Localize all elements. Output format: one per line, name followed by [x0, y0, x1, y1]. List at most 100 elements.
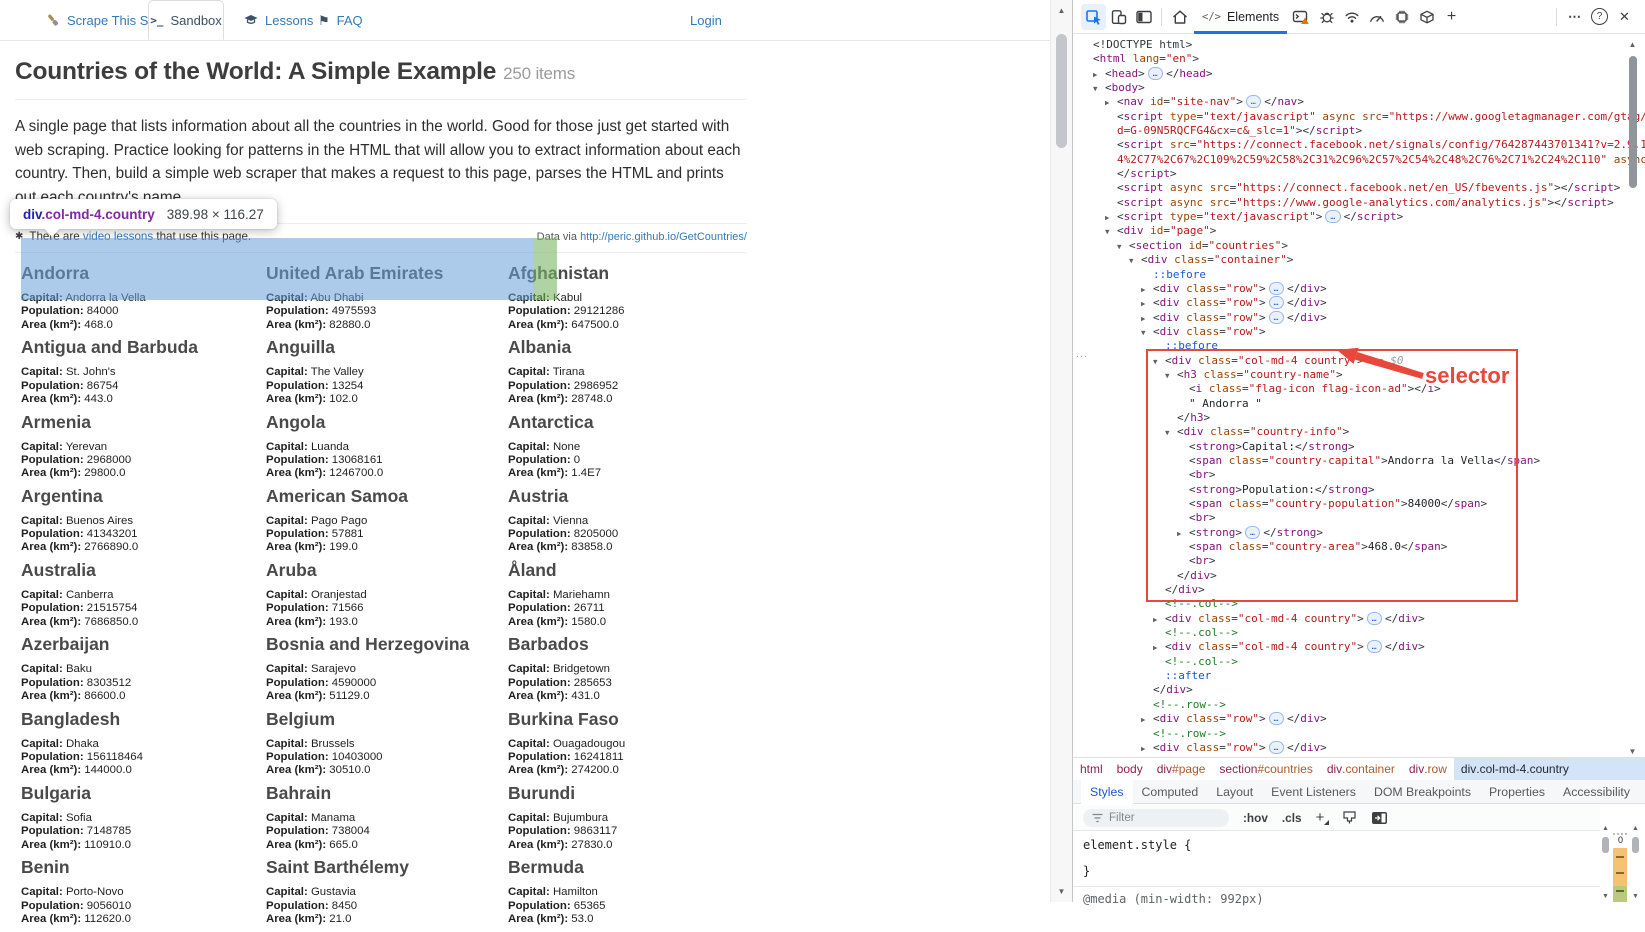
breadcrumb-item[interactable]: div.container: [1320, 758, 1402, 780]
device-emulation-button[interactable]: [1106, 4, 1131, 30]
nav-brand-link[interactable]: Scrape This Site: [46, 0, 162, 40]
help-button[interactable]: ?: [1587, 4, 1612, 30]
expand-arrow-icon[interactable]: ▶: [1093, 68, 1098, 82]
dom-tree-node[interactable]: <i class="flag-icon flag-icon-ad"></i>: [1073, 382, 1645, 396]
collapse-arrow-icon[interactable]: ▼: [1093, 82, 1098, 96]
dom-tree-node[interactable]: <!--.col-->: [1073, 597, 1645, 611]
expand-arrow-icon[interactable]: ▶: [1153, 641, 1158, 655]
collapse-arrow-icon[interactable]: ▼: [1165, 426, 1170, 440]
scroll-down-arrow-icon[interactable]: ▼: [1629, 893, 1642, 900]
expand-arrow-icon[interactable]: ▶: [1105, 96, 1110, 110]
nav-faq-link[interactable]: ⚑ FAQ: [318, 0, 363, 40]
page-scrollbar-thumb[interactable]: [1056, 34, 1067, 148]
breadcrumb-item[interactable]: body: [1110, 758, 1150, 780]
tab-elements[interactable]: </> Elements: [1192, 0, 1289, 33]
pane-tab-layout[interactable]: Layout: [1207, 780, 1262, 804]
dom-tree-node[interactable]: </h3>: [1073, 411, 1645, 425]
dom-tree-node[interactable]: <html lang="en">: [1073, 52, 1645, 66]
dom-tree-node[interactable]: <!--.row-->: [1073, 727, 1645, 741]
collapse-arrow-icon[interactable]: ▼: [1105, 225, 1110, 239]
dom-tree-node[interactable]: ▼<section id="countries">: [1073, 239, 1645, 253]
scroll-up-arrow-icon[interactable]: ▲: [1051, 6, 1072, 15]
collapse-arrow-icon[interactable]: ▼: [1165, 369, 1170, 383]
pane-tab-styles[interactable]: Styles: [1081, 780, 1133, 804]
dom-tree-node[interactable]: " Andorra ": [1073, 397, 1645, 411]
scrollbar-thumb[interactable]: [1602, 837, 1609, 853]
expand-arrow-icon[interactable]: ▶: [1141, 283, 1146, 297]
scroll-up-arrow-icon[interactable]: ▲: [1629, 825, 1642, 832]
dom-scrollbar-thumb[interactable]: [1629, 56, 1637, 188]
node-menu-ellipsis[interactable]: ...: [1076, 348, 1088, 360]
pane-tab-properties[interactable]: Properties: [1480, 780, 1554, 804]
console-warning-button[interactable]: [1289, 4, 1314, 30]
breadcrumb-item[interactable]: div.row: [1402, 758, 1454, 780]
issues-bug-button[interactable]: [1314, 4, 1339, 30]
dom-tree-node[interactable]: ▼<div class="country-info">: [1073, 425, 1645, 439]
dom-tree-node[interactable]: <strong>Population:</strong>: [1073, 483, 1645, 497]
dom-tree-node[interactable]: ▶<script type="text/javascript">…</scrip…: [1073, 210, 1645, 224]
dom-tree-node[interactable]: ▶<nav id="site-nav">…</nav>: [1073, 95, 1645, 109]
dom-tree-node[interactable]: ▶<head>…</head>: [1073, 67, 1645, 81]
dom-tree-node[interactable]: ::before: [1073, 339, 1645, 353]
dom-tree-node[interactable]: ▼<div class="container">: [1073, 253, 1645, 267]
breadcrumb-item[interactable]: html: [1073, 758, 1110, 780]
inline-expand-ellipsis[interactable]: …: [1246, 95, 1261, 108]
expand-arrow-icon[interactable]: ▶: [1153, 613, 1158, 627]
page-scrollbar[interactable]: ▲ ▼: [1050, 0, 1072, 902]
inline-expand-ellipsis[interactable]: …: [1325, 210, 1340, 223]
dom-tree-scrollbar[interactable]: ▲ ▼: [1625, 40, 1640, 756]
dom-tree-node[interactable]: <br>: [1073, 468, 1645, 482]
dom-tree-node[interactable]: ▼<h3 class="country-name">: [1073, 368, 1645, 382]
dom-tree-node[interactable]: ::after: [1073, 669, 1645, 683]
data-source-link[interactable]: http://peric.github.io/GetCountries/: [580, 231, 747, 243]
scroll-down-arrow-icon[interactable]: ▼: [1625, 747, 1640, 756]
home-button[interactable]: [1167, 4, 1192, 30]
breadcrumb-item-selected[interactable]: div.col-md-4.country: [1454, 758, 1645, 780]
dom-tree-node[interactable]: <script type="text/javascript" async src…: [1073, 110, 1645, 124]
video-lessons-link[interactable]: video lessons: [83, 230, 153, 243]
collapse-arrow-icon[interactable]: ▼: [1153, 355, 1158, 369]
scroll-up-arrow-icon[interactable]: ▲: [1599, 825, 1612, 832]
expand-arrow-icon[interactable]: ▶: [1105, 211, 1110, 225]
pane-tab-accessibility[interactable]: Accessibility: [1554, 780, 1639, 804]
network-wifi-button[interactable]: [1339, 4, 1364, 30]
dom-tree-node[interactable]: </div>: [1073, 583, 1645, 597]
add-panel-button[interactable]: +: [1439, 4, 1464, 30]
dom-tree-node[interactable]: ▶<div class="row">…</div>: [1073, 296, 1645, 310]
expand-arrow-icon[interactable]: ▶: [1141, 742, 1146, 756]
dom-tree-node[interactable]: ::before: [1073, 268, 1645, 282]
dom-tree-node[interactable]: <script async src="https://connect.faceb…: [1073, 181, 1645, 195]
nav-tab-sandbox[interactable]: >_ Sandbox: [148, 0, 224, 40]
inline-expand-ellipsis[interactable]: …: [1269, 282, 1284, 295]
dom-tree-node[interactable]: ▼<div class="col-md-4 country"> == $0: [1073, 354, 1645, 368]
styles-scrollbar-2[interactable]: ▲ ▼: [1629, 823, 1642, 902]
breadcrumb-item[interactable]: section#countries: [1212, 758, 1319, 780]
breadcrumb-item[interactable]: div#page: [1150, 758, 1213, 780]
dom-tree-node[interactable]: d=G-09N5RQCFG4&cx=c&_slc=1"></script>: [1073, 124, 1645, 138]
toggle-hover-state-button[interactable]: :hov: [1243, 811, 1268, 825]
dom-tree-node[interactable]: </div>: [1073, 683, 1645, 697]
collapse-arrow-icon[interactable]: ▼: [1117, 240, 1122, 254]
dom-tree-node[interactable]: ▶<div class="row">…</div>: [1073, 282, 1645, 296]
inline-expand-ellipsis[interactable]: …: [1269, 296, 1284, 309]
dom-tree-node[interactable]: <span class="country-capital">Andorra la…: [1073, 454, 1645, 468]
expand-arrow-icon[interactable]: ▶: [1141, 713, 1146, 727]
panel-layout-button[interactable]: [1131, 4, 1156, 30]
dom-tree-node[interactable]: <script async src="https://www.google-an…: [1073, 196, 1645, 210]
scrollbar-thumb[interactable]: [1632, 837, 1639, 853]
inline-expand-ellipsis[interactable]: …: [1269, 712, 1284, 725]
inline-expand-ellipsis[interactable]: …: [1367, 640, 1382, 653]
dom-tree-node[interactable]: <script src="https://connect.facebook.ne…: [1073, 138, 1645, 152]
inline-expand-ellipsis[interactable]: …: [1148, 67, 1163, 80]
nav-login-link[interactable]: Login: [690, 0, 722, 40]
dom-tree-node[interactable]: ▶<div class="row">…</div>: [1073, 712, 1645, 726]
scroll-down-arrow-icon[interactable]: ▼: [1051, 887, 1072, 896]
memory-chip-button[interactable]: [1389, 4, 1414, 30]
dom-tree-node[interactable]: 4%2C77%2C67%2C109%2C59%2C58%2C31%2C96%2C…: [1073, 153, 1645, 167]
dom-tree-node[interactable]: <!--.col-->: [1073, 626, 1645, 640]
dom-tree-node[interactable]: </script>: [1073, 167, 1645, 181]
new-style-rule-button[interactable]: +: [1316, 810, 1329, 825]
style-editor-brush-icon[interactable]: [1342, 810, 1357, 825]
dom-tree-node[interactable]: ▶<div class="col-md-4 country">…</div>: [1073, 640, 1645, 654]
dom-tree-node[interactable]: ▼<div class="row">: [1073, 325, 1645, 339]
